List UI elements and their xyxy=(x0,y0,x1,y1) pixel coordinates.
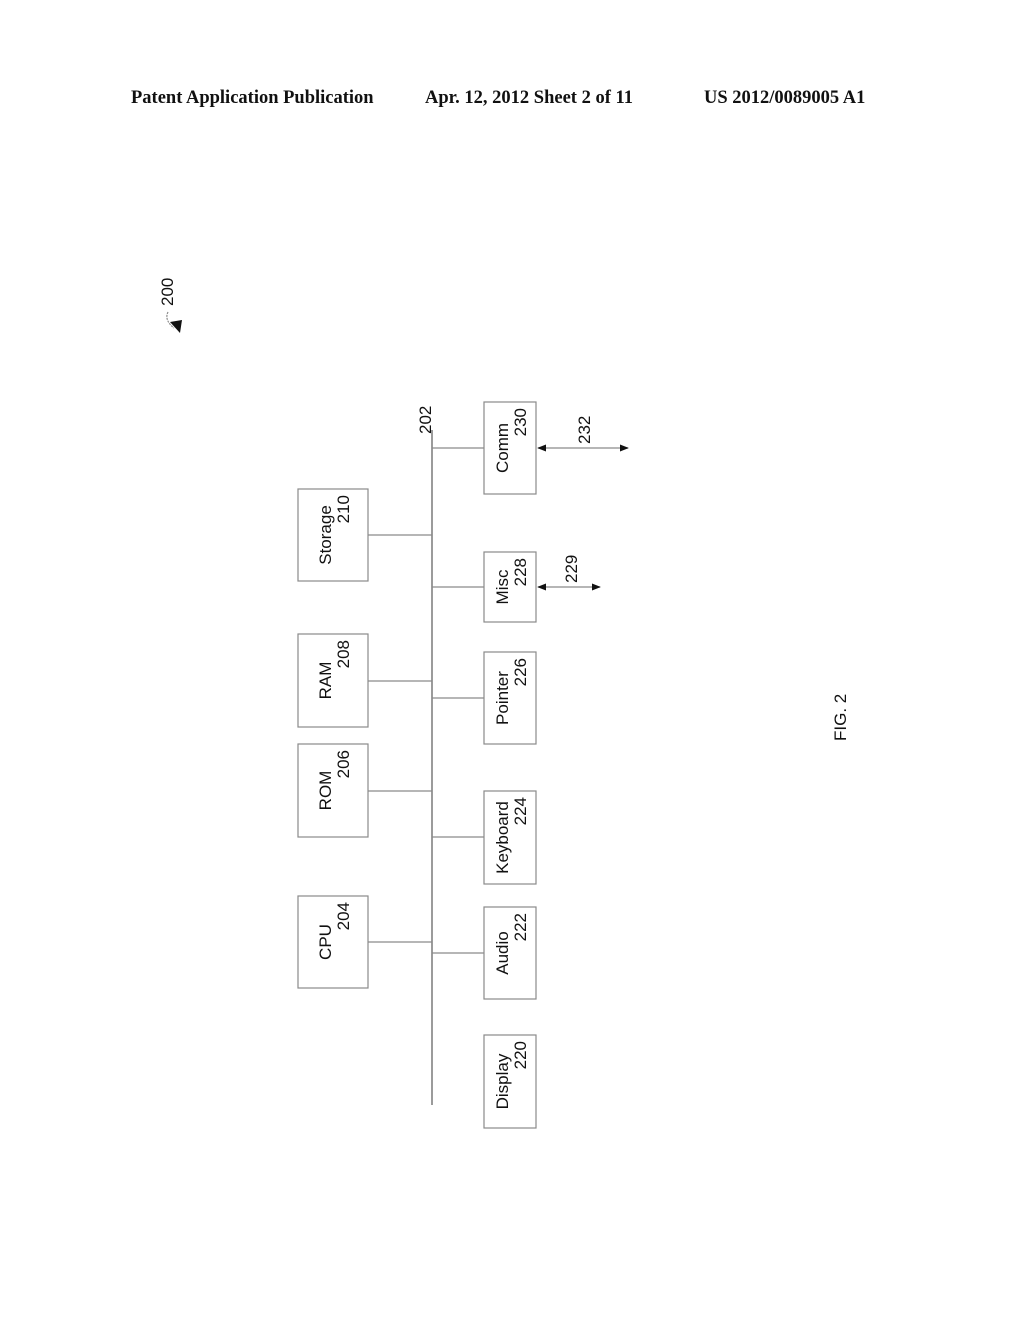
bus-ref-label: 202 xyxy=(416,406,435,434)
misc-external-link-ref: 229 xyxy=(562,555,581,583)
figure-ref-200: 200 xyxy=(158,278,182,333)
figure-caption: FIG. 2 xyxy=(831,694,850,741)
ram-ref: 208 xyxy=(334,640,353,668)
figure-ref-label: 200 xyxy=(158,278,177,306)
component-storage: Storage 210 xyxy=(297,488,432,582)
misc-label: Misc xyxy=(493,569,512,604)
upper-components: Storage 210 RAM208 ROM206 CPU204 xyxy=(297,488,432,989)
display-label: Display xyxy=(493,1053,512,1109)
comm-external-link-ref: 232 xyxy=(575,416,594,444)
component-misc: Misc 228 229 xyxy=(432,551,601,623)
keyboard-label: Keyboard xyxy=(493,801,512,874)
figure-ref-leader xyxy=(166,311,175,329)
audio-ref: 222 xyxy=(511,913,530,941)
block-diagram: 200 202 Storage 210 RAM208 ROM206 CPU204 Com… xyxy=(158,278,850,1129)
component-ram: RAM208 xyxy=(297,633,432,728)
storage-ref: 210 xyxy=(334,495,353,523)
cpu-label: CPU xyxy=(316,924,335,960)
component-keyboard: Keyboard 224 xyxy=(432,790,537,885)
keyboard-ref: 224 xyxy=(511,797,530,825)
ram-label: RAM xyxy=(316,662,335,700)
component-comm: Comm230 232 xyxy=(432,401,629,495)
component-display: Display 220 xyxy=(483,1034,537,1129)
component-pointer: Pointer 226 xyxy=(432,651,537,745)
lower-components: Comm230 232Misc 228 229Pointer 226Keyboard 22… xyxy=(432,401,629,1129)
storage-label: Storage xyxy=(316,505,335,565)
rom-label: ROM xyxy=(316,771,335,811)
pointer-label: Pointer xyxy=(493,671,512,725)
rom-ref: 206 xyxy=(334,750,353,778)
pointer-ref: 226 xyxy=(511,658,530,686)
comm-ref: 230 xyxy=(511,408,530,436)
audio-label: Audio xyxy=(493,931,512,974)
component-cpu: CPU204 xyxy=(297,895,432,989)
display-ref: 220 xyxy=(511,1041,530,1069)
misc-ref: 228 xyxy=(511,558,530,586)
component-rom: ROM206 xyxy=(297,743,432,838)
cpu-ref: 204 xyxy=(334,902,353,930)
comm-label: Comm xyxy=(493,423,512,473)
component-audio: Audio222 xyxy=(432,906,537,1000)
